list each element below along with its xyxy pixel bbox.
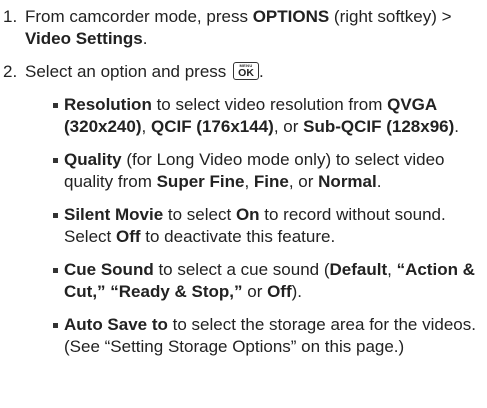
step-2: 2. Select an option and press MENU OK. Re… xyxy=(0,61,487,358)
bullet-icon xyxy=(53,323,58,328)
step-text: . xyxy=(142,29,148,48)
option-text: to select video resolution from xyxy=(151,95,388,114)
option-text: , xyxy=(387,260,397,279)
option-text: to deactivate this feature. xyxy=(140,227,336,246)
step-number: 1. xyxy=(3,7,18,26)
video-settings-label: Video Settings xyxy=(25,29,143,48)
option-item: Cue Sound to select a cue sound (Default… xyxy=(25,259,487,303)
option-emphasis: QCIF (176x144) xyxy=(150,117,274,136)
instructions-document: 1. From camcorder mode, press OPTIONS (r… xyxy=(0,6,487,369)
option-text: , xyxy=(141,117,151,136)
option-text: , or xyxy=(273,117,304,136)
option-text: to select xyxy=(163,205,236,224)
option-item: Silent Movie to select On to record with… xyxy=(25,204,487,248)
option-text: to select a cue sound ( xyxy=(153,260,330,279)
option-item: Auto Save to to select the storage area … xyxy=(25,314,487,358)
option-emphasis: Off xyxy=(115,227,141,246)
option-emphasis: Silent Movie xyxy=(64,205,164,224)
option-list: Resolution to select video resolution fr… xyxy=(25,94,487,358)
option-text: , or xyxy=(288,172,319,191)
option-emphasis: Off xyxy=(267,282,292,301)
option-item: Quality (for Long Video mode only) to se… xyxy=(25,149,487,193)
bullet-icon xyxy=(53,213,58,218)
options-softkey-label: OPTIONS xyxy=(252,7,330,26)
option-text: ). xyxy=(291,282,303,301)
option-item: Resolution to select video resolution fr… xyxy=(25,94,487,138)
option-emphasis: Auto Save to xyxy=(64,315,168,334)
step-1: 1. From camcorder mode, press OPTIONS (r… xyxy=(0,6,487,50)
ok-key-label: OK xyxy=(238,67,254,79)
option-emphasis: Super Fine xyxy=(156,172,245,191)
option-emphasis: Fine xyxy=(253,172,289,191)
bullet-icon xyxy=(53,158,58,163)
option-emphasis: Resolution xyxy=(64,95,152,114)
option-emphasis: Cue Sound xyxy=(64,260,154,279)
step-text: . xyxy=(259,62,264,81)
option-emphasis: Sub-QCIF (128x96) xyxy=(303,117,455,136)
option-text: . xyxy=(376,172,382,191)
option-emphasis: Normal xyxy=(318,172,377,191)
step-text: From camcorder mode, press xyxy=(25,7,253,26)
option-text: . xyxy=(454,117,459,136)
step-text: (right softkey) > xyxy=(329,7,452,26)
option-text: , xyxy=(244,172,254,191)
option-emphasis: Quality xyxy=(64,150,122,169)
step-text: Select an option and press xyxy=(25,62,232,81)
option-emphasis: Default xyxy=(329,260,388,279)
menu-ok-key-icon: MENU OK xyxy=(233,62,260,80)
bullet-icon xyxy=(53,103,58,108)
option-text: or xyxy=(242,282,268,301)
step-number: 2. xyxy=(3,62,18,81)
bullet-icon xyxy=(53,268,58,273)
option-emphasis: On xyxy=(235,205,260,224)
